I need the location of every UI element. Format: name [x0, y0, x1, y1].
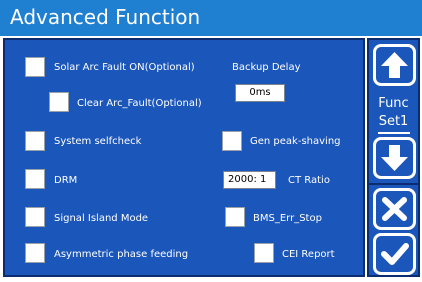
check-icon [381, 243, 409, 265]
signal-island-mode-label: Signal Island Mode [54, 213, 149, 224]
arrow-up-icon [381, 52, 408, 78]
page-up-button[interactable] [373, 44, 416, 86]
arrow-down-icon [381, 145, 408, 171]
func-label-line1: Func [378, 96, 409, 111]
ct-ratio-field[interactable]: 2000: 1 [223, 171, 276, 189]
ct-ratio-label: CT Ratio [288, 175, 330, 186]
advanced-function-screen: Advanced Function Solar Arc Fault ON(Opt… [0, 0, 422, 282]
close-icon [382, 197, 407, 221]
cei-report-checkbox[interactable] [254, 243, 274, 263]
backup-delay-label: Backup Delay [232, 62, 301, 73]
drm-label: DRM [54, 175, 78, 186]
bms-err-stop-label: BMS_Err_Stop [253, 213, 322, 224]
signal-island-mode-checkbox[interactable] [25, 207, 45, 227]
bms-err-stop-checkbox[interactable] [225, 207, 245, 227]
gen-peak-shaving-checkbox[interactable] [222, 131, 242, 151]
confirm-button[interactable] [373, 233, 416, 275]
settings-panel: Solar Arc Fault ON(Optional) Backup Dela… [3, 38, 365, 277]
page-title: Advanced Function [10, 5, 201, 29]
page-down-button[interactable] [373, 137, 416, 179]
gen-peak-shaving-label: Gen peak-shaving [250, 136, 341, 147]
clear-arc-fault-checkbox[interactable] [49, 92, 69, 112]
cei-report-label: CEI Report [282, 249, 335, 260]
func-set-label: Func Set1 [369, 95, 418, 131]
backup-delay-field[interactable]: 0ms [235, 84, 285, 102]
side-divider [369, 183, 418, 185]
asymmetric-phase-feeding-label: Asymmetric phase feeding [54, 249, 189, 260]
drm-checkbox[interactable] [25, 169, 45, 189]
solar-arc-fault-checkbox[interactable] [25, 57, 45, 77]
cancel-button[interactable] [373, 188, 416, 230]
func-underline [378, 132, 410, 134]
system-selfcheck-label: System selfcheck [54, 136, 142, 147]
title-bar: Advanced Function [0, 0, 422, 36]
clear-arc-fault-label: Clear Arc_Fault(Optional) [77, 98, 202, 109]
solar-arc-fault-label: Solar Arc Fault ON(Optional) [54, 62, 195, 73]
system-selfcheck-checkbox[interactable] [25, 131, 45, 151]
func-label-line2: Set1 [378, 114, 409, 129]
asymmetric-phase-feeding-checkbox[interactable] [25, 243, 45, 263]
side-panel: Func Set1 [367, 38, 420, 277]
